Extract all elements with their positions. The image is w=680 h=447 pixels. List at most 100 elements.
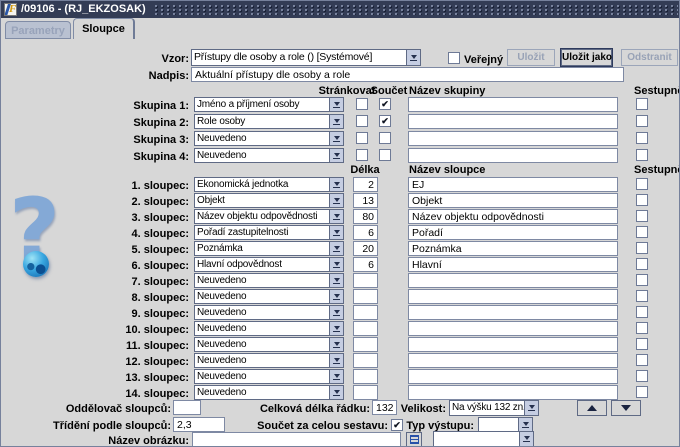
column-name-input[interactable] [408, 369, 618, 384]
column-name-input[interactable] [408, 225, 618, 240]
column-combobox[interactable]: Objekt [194, 193, 344, 208]
sestupne-checkbox[interactable] [636, 178, 648, 190]
image-list-button[interactable] [406, 432, 422, 446]
sestupne-checkbox[interactable] [636, 338, 648, 350]
group-name-input[interactable] [408, 114, 618, 129]
column-name-input[interactable] [408, 241, 618, 256]
sestupne-checkbox[interactable] [636, 322, 648, 334]
group-name-input[interactable] [408, 148, 618, 163]
column-combobox[interactable]: Neuvedeno [194, 369, 344, 384]
tab-parametry[interactable]: Parametry [5, 21, 71, 39]
group-combobox[interactable]: Neuvedeno [194, 131, 344, 146]
sestupne-checkbox[interactable] [636, 306, 648, 318]
sestupne-checkbox[interactable] [636, 98, 648, 110]
sestupne-checkbox[interactable] [636, 132, 648, 144]
column-row-label: 14. sloupec: [125, 388, 189, 400]
sestupne-checkbox[interactable] [636, 386, 648, 398]
column-combobox[interactable]: Název objektu odpovědnosti [194, 209, 344, 224]
strankovat-checkbox[interactable] [356, 98, 368, 110]
column-combobox[interactable]: Neuvedeno [194, 337, 344, 352]
sestupne-checkbox[interactable] [636, 115, 648, 127]
column-combobox[interactable]: Ekonomická jednotka [194, 177, 344, 192]
column-combobox[interactable]: Neuvedeno [194, 273, 344, 288]
delka-input[interactable] [353, 337, 378, 352]
group-combobox[interactable]: Role osoby [194, 114, 344, 129]
delka-input[interactable] [353, 321, 378, 336]
sestupne-checkbox[interactable] [636, 226, 648, 238]
sestupne-checkbox[interactable] [636, 290, 648, 302]
column-name-input[interactable] [408, 177, 618, 192]
sestupne-checkbox[interactable] [636, 194, 648, 206]
strankovat-checkbox[interactable] [356, 149, 368, 161]
sestupne-checkbox[interactable] [636, 354, 648, 366]
column-name-input[interactable] [408, 273, 618, 288]
column-combobox[interactable]: Neuvedeno [194, 353, 344, 368]
nadpis-input[interactable] [191, 67, 624, 82]
nazev-obrazku-input[interactable] [192, 432, 401, 446]
group-name-input[interactable] [408, 131, 618, 146]
group-row-label: Skupina 3: [133, 134, 189, 146]
column-combobox[interactable]: Neuvedeno [194, 385, 344, 400]
verejny-checkbox[interactable] [448, 52, 460, 64]
column-row: 13. sloupec: Neuvedeno [1, 369, 679, 385]
soucet-checkbox[interactable] [379, 132, 391, 144]
strankovat-checkbox[interactable] [356, 132, 368, 144]
move-down-button[interactable] [611, 400, 641, 416]
column-combobox[interactable]: Neuvedeno [194, 321, 344, 336]
group-combobox[interactable]: Neuvedeno [194, 148, 344, 163]
soucet-checkbox[interactable] [379, 115, 391, 127]
tab-sloupce[interactable]: Sloupce [73, 18, 135, 39]
column-name-input[interactable] [408, 353, 618, 368]
delka-input[interactable] [353, 385, 378, 400]
group-combobox[interactable]: Jméno a příjmení osoby [194, 97, 344, 112]
delka-input[interactable] [353, 353, 378, 368]
column-name-input[interactable] [408, 321, 618, 336]
column-combobox[interactable]: Neuvedeno [194, 289, 344, 304]
oddelovac-input[interactable] [173, 400, 201, 415]
sestupne-checkbox[interactable] [636, 149, 648, 161]
column-combobox-value: Poznámka [197, 243, 243, 254]
column-combobox-value: Neuvedeno [197, 323, 247, 334]
delka-input[interactable] [353, 225, 378, 240]
save-button[interactable]: Uložit [507, 49, 555, 66]
sestupne-checkbox[interactable] [636, 370, 648, 382]
column-name-input[interactable] [408, 289, 618, 304]
group-combobox-value: Neuvedeno [197, 150, 247, 161]
obrazek-combobox[interactable] [433, 431, 534, 446]
save-as-button[interactable]: Uložit jako [561, 49, 612, 66]
move-up-button[interactable] [577, 400, 607, 416]
column-combobox[interactable]: Hlavní odpovědnost [194, 257, 344, 272]
delka-input[interactable] [353, 305, 378, 320]
column-name-input[interactable] [408, 257, 618, 272]
sestupne-checkbox[interactable] [636, 242, 648, 254]
column-row: 11. sloupec: Neuvedeno [1, 337, 679, 353]
delka-input[interactable] [353, 257, 378, 272]
delka-input[interactable] [353, 289, 378, 304]
column-combobox[interactable]: Pořadí zastupitelnosti [194, 225, 344, 240]
sestupne-checkbox[interactable] [636, 210, 648, 222]
soucet-checkbox[interactable] [379, 149, 391, 161]
delka-input[interactable] [353, 241, 378, 256]
soucet-checkbox[interactable] [379, 98, 391, 110]
velikost-combobox[interactable]: Na výšku 132 zn. [449, 400, 539, 416]
column-name-input[interactable] [408, 209, 618, 224]
column-name-input[interactable] [408, 193, 618, 208]
delka-input[interactable] [353, 193, 378, 208]
delka-input[interactable] [353, 273, 378, 288]
delka-input[interactable] [353, 209, 378, 224]
delka-input[interactable] [353, 177, 378, 192]
trideni-input[interactable] [173, 417, 225, 432]
column-combobox[interactable]: Neuvedeno [194, 305, 344, 320]
vzor-combobox[interactable]: Přístupy dle osoby a role () [Systémové] [191, 49, 421, 66]
column-name-input[interactable] [408, 337, 618, 352]
group-name-input[interactable] [408, 97, 618, 112]
sestupne-checkbox[interactable] [636, 274, 648, 286]
delete-button[interactable]: Odstranit [621, 49, 678, 66]
delka-input[interactable] [353, 369, 378, 384]
sestupne-checkbox[interactable] [636, 258, 648, 270]
column-combobox[interactable]: Poznámka [194, 241, 344, 256]
strankovat-checkbox[interactable] [356, 115, 368, 127]
header-delka: Délka [350, 164, 380, 176]
column-name-input[interactable] [408, 385, 618, 400]
column-name-input[interactable] [408, 305, 618, 320]
